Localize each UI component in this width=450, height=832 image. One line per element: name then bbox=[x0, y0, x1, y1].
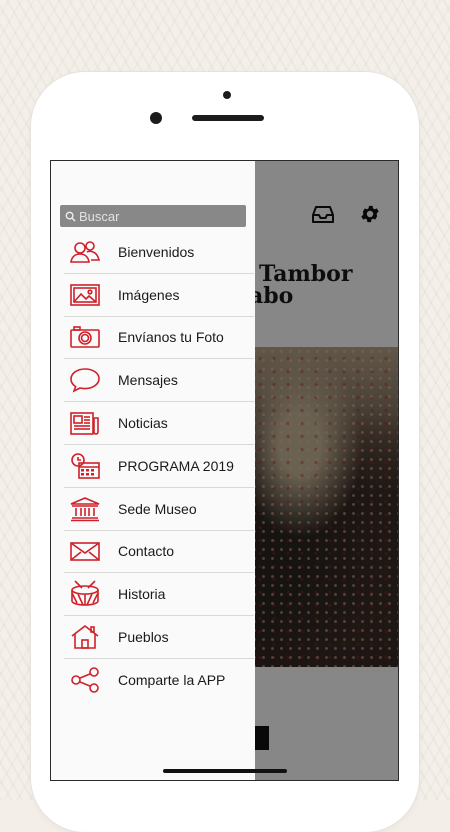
menu-item-programa[interactable]: PROGRAMA 2019 bbox=[64, 445, 254, 488]
menu-item-label: Mensajes bbox=[118, 372, 178, 389]
home-indicator[interactable] bbox=[163, 769, 287, 773]
search-bar[interactable] bbox=[60, 205, 246, 227]
menu-item-label: Pueblos bbox=[118, 629, 169, 646]
menu-item-label: Sede Museo bbox=[118, 500, 197, 517]
users-icon bbox=[68, 238, 102, 266]
front-camera bbox=[150, 112, 162, 124]
search-input[interactable] bbox=[79, 208, 229, 224]
camera-icon bbox=[68, 323, 102, 351]
navigation-drawer: Bienvenidos Imágenes bbox=[51, 161, 255, 780]
menu-item-comparte-app[interactable]: Comparte la APP bbox=[64, 659, 254, 702]
menu-item-bienvenidos[interactable]: Bienvenidos bbox=[64, 231, 254, 274]
newspaper-icon bbox=[68, 409, 102, 437]
search-icon bbox=[65, 211, 76, 222]
menu-item-mensajes[interactable]: Mensajes bbox=[64, 359, 254, 403]
share-icon bbox=[68, 666, 102, 694]
calendar-clock-icon bbox=[68, 452, 102, 480]
chat-bubble-icon bbox=[68, 366, 102, 394]
museum-icon bbox=[68, 495, 102, 523]
house-icon bbox=[68, 623, 102, 651]
menu-item-label: Comparte la APP bbox=[118, 672, 226, 689]
phone-screen: Tambor abo Buscar Bienvenidos Imágenes E… bbox=[50, 160, 399, 781]
menu-item-noticias[interactable]: Noticias bbox=[64, 402, 254, 445]
menu-item-label: Imágenes bbox=[118, 286, 180, 303]
menu-item-pueblos[interactable]: Pueblos bbox=[64, 616, 254, 659]
menu-item-sede-museo[interactable]: Sede Museo bbox=[64, 488, 254, 531]
drawer-menu: Bienvenidos Imágenes Envíanos tu Foto Me… bbox=[64, 231, 254, 702]
front-sensor bbox=[223, 91, 231, 99]
menu-item-label: Envíanos tu Foto bbox=[118, 329, 224, 346]
envelope-icon bbox=[68, 537, 102, 565]
menu-item-historia[interactable]: Historia bbox=[64, 573, 254, 617]
menu-item-label: Contacto bbox=[118, 543, 175, 560]
menu-item-label: Historia bbox=[118, 586, 166, 603]
menu-item-label: PROGRAMA 2019 bbox=[118, 457, 234, 474]
menu-item-contacto[interactable]: Contacto bbox=[64, 531, 254, 574]
image-icon bbox=[68, 281, 102, 309]
earpiece-speaker bbox=[192, 115, 264, 121]
menu-item-envianos-foto[interactable]: Envíanos tu Foto bbox=[64, 317, 254, 360]
menu-item-label: Bienvenidos bbox=[118, 243, 195, 260]
drum-icon bbox=[68, 580, 102, 608]
menu-item-imagenes[interactable]: Imágenes bbox=[64, 274, 254, 317]
menu-item-label: Noticias bbox=[118, 415, 168, 432]
